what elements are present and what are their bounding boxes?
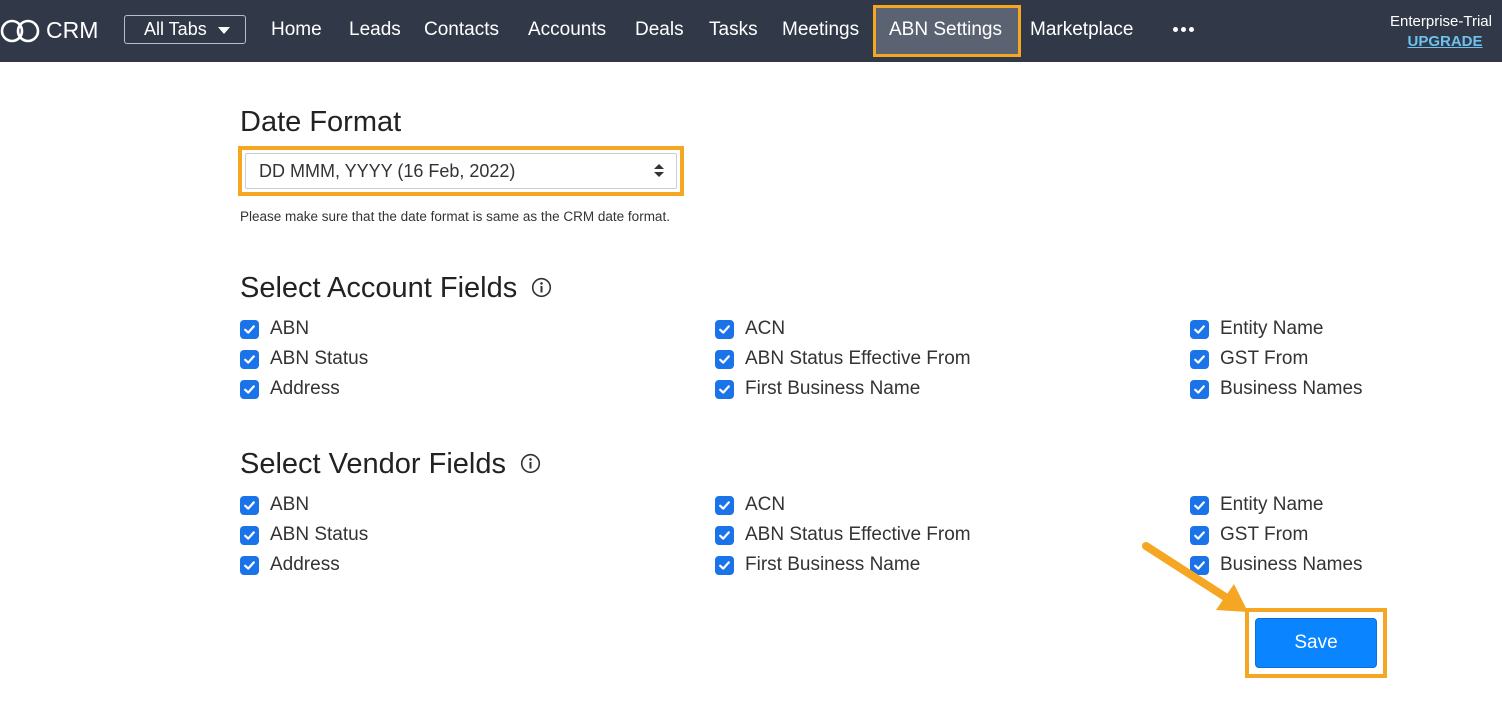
save-button[interactable]: Save [1255, 618, 1377, 668]
field-checkbox-label: ACN [745, 494, 786, 515]
sort-arrows-icon [654, 164, 664, 178]
checkbox[interactable] [715, 526, 734, 545]
field-checkbox-label: ABN [270, 494, 310, 515]
nav-item-leads[interactable]: Leads [349, 18, 401, 42]
field-checkbox-label: ABN Status [270, 348, 369, 369]
nav-item-contacts[interactable]: Contacts [424, 18, 499, 42]
field-checkbox-label: ABN [270, 318, 310, 339]
checkbox[interactable] [240, 320, 259, 339]
date-format-highlight: DD MMM, YYYY (16 Feb, 2022) [238, 146, 684, 196]
checkmark-icon [1194, 355, 1205, 364]
field-checkbox-label: Entity Name [1220, 318, 1324, 339]
brand-name[interactable]: CRM [46, 16, 98, 44]
checkbox[interactable] [1190, 496, 1209, 515]
checkbox[interactable] [715, 320, 734, 339]
nav-item-tasks[interactable]: Tasks [709, 18, 758, 42]
checkmark-icon [719, 325, 730, 334]
nav-item-accounts[interactable]: Accounts [528, 18, 606, 42]
checkbox[interactable] [715, 350, 734, 369]
field-checkbox-label: ABN Status Effective From [745, 524, 971, 545]
field-checkbox-label: GST From [1220, 348, 1309, 369]
crm-logo-icon[interactable] [0, 15, 40, 47]
checkbox[interactable] [240, 526, 259, 545]
checkbox[interactable] [715, 496, 734, 515]
checkbox[interactable] [1190, 320, 1209, 339]
checkbox[interactable] [1190, 380, 1209, 399]
nav-item-home[interactable]: Home [271, 18, 322, 42]
field-checkbox-label: Address [270, 554, 340, 575]
all-tabs-label: All Tabs [144, 19, 207, 39]
top-navigation-bar: CRM All Tabs Home Leads Contacts Account… [0, 0, 1502, 62]
field-checkbox-label: ABN Status Effective From [745, 348, 971, 369]
date-format-hint: Please make sure that the date format is… [240, 209, 670, 224]
checkbox[interactable] [240, 496, 259, 515]
checkbox[interactable] [240, 380, 259, 399]
checkbox[interactable] [1190, 350, 1209, 369]
info-icon[interactable] [531, 277, 552, 298]
checkmark-icon [719, 355, 730, 364]
date-format-selected-value: DD MMM, YYYY (16 Feb, 2022) [259, 161, 516, 181]
checkmark-icon [244, 325, 255, 334]
checkmark-icon [719, 561, 730, 570]
checkbox[interactable] [240, 556, 259, 575]
date-format-heading: Date Format [240, 106, 402, 138]
chevron-down-icon [218, 27, 230, 34]
field-checkbox-label: ABN Status [270, 524, 369, 545]
vendor-fields-heading-text: Select Vendor Fields [240, 448, 506, 480]
more-horizontal-icon[interactable] [1171, 22, 1197, 38]
field-checkbox-label: Address [270, 378, 340, 399]
checkmark-icon [244, 385, 255, 394]
checkmark-icon [244, 501, 255, 510]
date-format-select[interactable]: DD MMM, YYYY (16 Feb, 2022) [245, 153, 677, 189]
checkmark-icon [719, 385, 730, 394]
all-tabs-dropdown[interactable]: All Tabs [124, 15, 246, 44]
field-checkbox-label: First Business Name [745, 554, 921, 575]
callout-arrow-icon [1142, 542, 1248, 612]
checkmark-icon [244, 531, 255, 540]
field-checkbox-label: First Business Name [745, 378, 921, 399]
checkbox[interactable] [715, 380, 734, 399]
vendor-fields-heading: Select Vendor Fields [240, 447, 541, 481]
upgrade-link[interactable]: UPGRADE [1380, 33, 1502, 51]
checkbox[interactable] [240, 350, 259, 369]
info-icon[interactable] [520, 453, 541, 474]
checkmark-icon [244, 355, 255, 364]
nav-item-meetings[interactable]: Meetings [782, 18, 859, 42]
plan-label: Enterprise-Trial [1390, 13, 1492, 30]
checkmark-icon [244, 561, 255, 570]
checkmark-icon [1194, 385, 1205, 394]
nav-item-deals[interactable]: Deals [635, 18, 684, 42]
checkmark-icon [1194, 325, 1205, 334]
checkmark-icon [1194, 501, 1205, 510]
nav-item-abn-settings[interactable]: ABN Settings [889, 18, 1002, 42]
field-checkbox-label: Entity Name [1220, 494, 1324, 515]
checkmark-icon [719, 501, 730, 510]
field-checkbox-label: ACN [745, 318, 786, 339]
account-fields-heading: Select Account Fields [240, 271, 552, 305]
checkbox[interactable] [715, 556, 734, 575]
checkmark-icon [719, 531, 730, 540]
field-checkbox-label: Business Names [1220, 378, 1363, 399]
account-fields-heading-text: Select Account Fields [240, 272, 518, 304]
nav-item-marketplace[interactable]: Marketplace [1030, 18, 1134, 42]
